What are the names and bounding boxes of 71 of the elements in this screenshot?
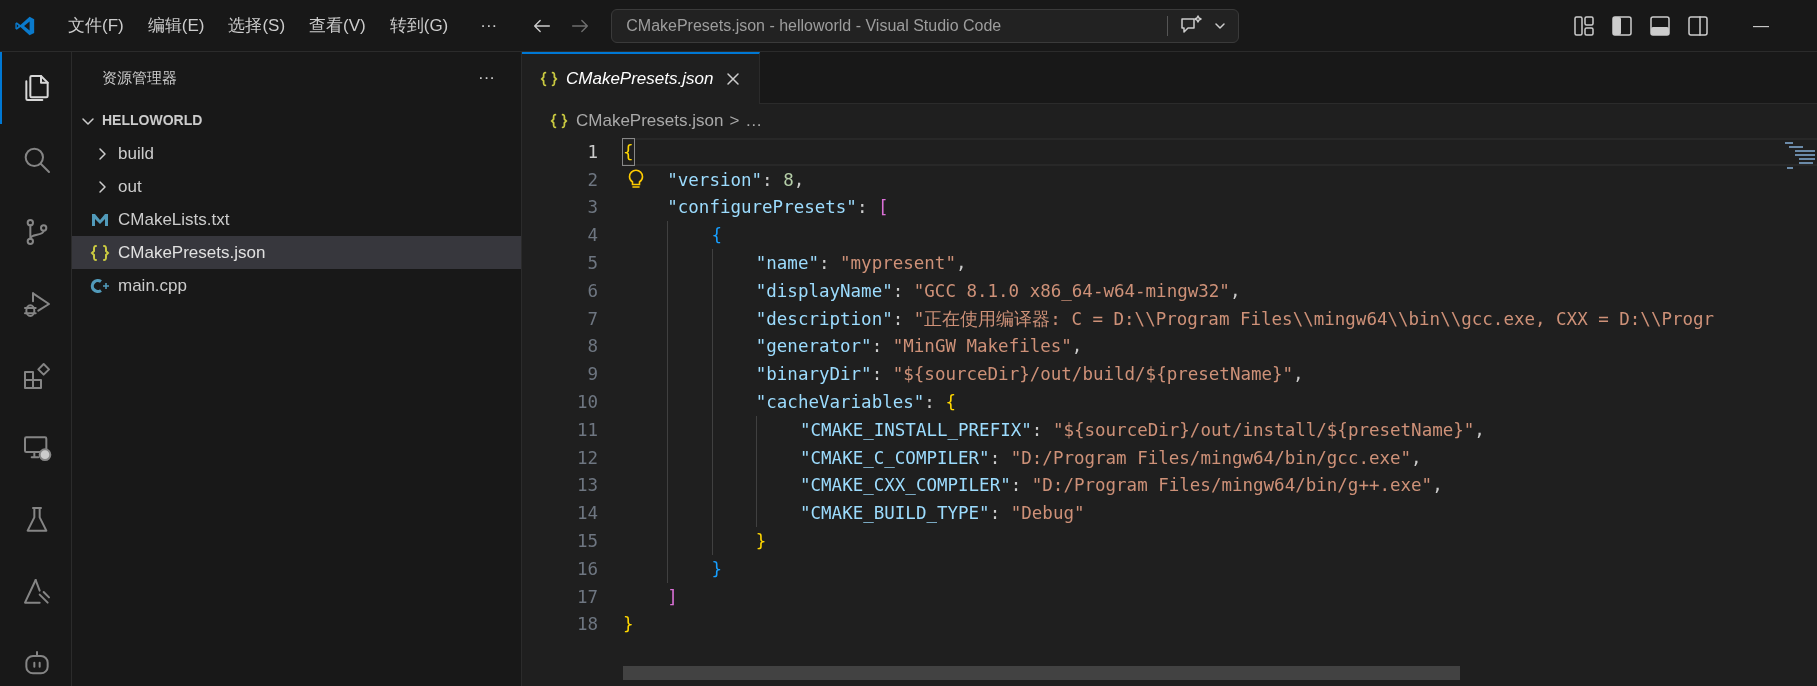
breadcrumb-item[interactable]: … [745,108,763,134]
line-number: 15 [575,529,599,553]
braces-icon [90,243,110,262]
line-number: 1 [586,140,599,164]
vscode-logo-icon [14,14,36,37]
menu-item[interactable]: 文件(F) [58,8,134,43]
breadcrumb-item[interactable]: CMakePresets.json [576,108,724,134]
line-number: 2 [586,168,599,192]
code-line: } [623,613,634,637]
code-line: "displayName": "GCC 8.1.0 x86_64-w64-mingw32", [755,279,1241,303]
menu-item[interactable]: 转到(G) [379,8,459,43]
menu-item[interactable]: 编辑(E) [137,8,215,43]
file-tree-item[interactable]: CMakeLists.txt [72,203,521,236]
menu-item[interactable]: 查看(V) [299,8,376,43]
command-center-text: CMakePresets.json - helloworld - Visual Studio Code [626,15,1003,36]
breadcrumb-separator: > [729,110,740,133]
bottom-panel-icon[interactable] [1649,14,1671,37]
more-button[interactable]: ··· [468,12,510,39]
code-line: "configurePresets": [ [667,196,889,220]
menu-item[interactable]: 选择(S) [218,8,296,43]
line-number: 3 [586,196,599,220]
code-line: { [711,224,723,248]
line-number: 14 [575,502,599,526]
file-tree-item[interactable]: main.cpp [72,269,521,302]
code-line: "description": "正在使用编译器: C = D:\\Program Files\\mingw64\\bin\\gcc.exe, CXX = D:\\Progr [755,307,1715,331]
line-number: 16 [575,557,599,581]
line-number: 6 [586,279,599,303]
code-line: "cacheVariables": { [755,390,956,414]
code-line: "version": 8, [667,168,805,192]
line-number: 17 [575,585,599,609]
line-number: 10 [575,390,599,414]
file-tree-item[interactable]: out [72,170,521,203]
code-line: { [623,140,634,164]
close-icon[interactable] [725,71,742,87]
line-number: 8 [586,335,599,359]
left-panel-icon[interactable] [1611,14,1633,37]
c-plus-icon [90,276,110,295]
line-number: 5 [586,251,599,275]
code-line: "generator": "MinGW Makefiles", [755,335,1083,359]
code-line: "CMAKE_BUILD_TYPE": "Debug" [800,502,1085,526]
code-line: "CMAKE_C_COMPILER": "D:/Program Files/mingw64/bin/gcc.exe", [800,446,1422,470]
line-number: 11 [575,418,599,442]
more-button[interactable]: ··· [478,65,495,91]
line-number: 7 [586,307,599,331]
right-panel-icon[interactable] [1687,14,1709,37]
command-center[interactable]: CMakePresets.json - helloworld - Visual Studio Code [611,8,1240,43]
code-line: "CMAKE_INSTALL_PREFIX": "${sourceDir}/out/install/${presetName}", [800,418,1485,442]
horizontal-scrollbar[interactable] [623,666,1460,680]
line-number: 13 [575,474,599,498]
line-number: 18 [575,613,599,637]
m-letter-icon [90,211,110,228]
code-line: ] [667,585,678,609]
line-number: 12 [575,446,599,470]
code-line: "name": "mypresent", [755,251,967,275]
line-number: 4 [586,224,599,248]
editor-tab[interactable]: CMakePresets.json [522,52,761,104]
code-line: "CMAKE_CXX_COMPILER": "D:/Program Files/mingw64/bin/g++.exe", [800,474,1443,498]
tree-root-item[interactable]: HELLOWORLD [72,104,521,137]
file-tree-item[interactable]: build [72,137,521,170]
code-line: } [711,557,723,581]
file-tree-item[interactable]: CMakePresets.json [72,236,521,269]
braces-icon [550,112,568,130]
braces-icon [540,70,558,88]
line-number: 9 [586,363,599,387]
code-line: "binaryDir": "${sourceDir}/out/build/${presetName}", [755,363,1304,387]
minimize-button[interactable]: — [1753,13,1769,38]
lightbulb-icon[interactable] [627,168,645,189]
layout-icon[interactable] [1573,14,1595,37]
sidebar-title: 资源管理器 [102,67,177,88]
code-line: } [755,529,767,553]
minimap[interactable] [1783,140,1817,170]
